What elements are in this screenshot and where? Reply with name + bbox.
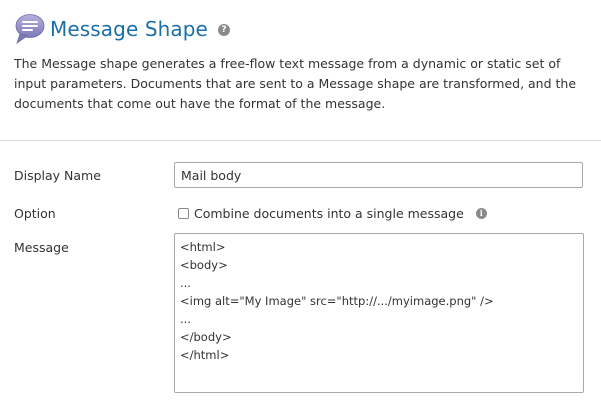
combine-documents-option: Combine documents into a single message … xyxy=(178,205,487,221)
info-icon[interactable]: i xyxy=(475,207,487,219)
combine-documents-label[interactable]: Combine documents into a single message xyxy=(194,206,464,221)
page-title: Message Shape xyxy=(50,17,208,41)
display-name-label: Display Name xyxy=(14,168,101,183)
message-label: Message xyxy=(14,240,69,255)
display-name-input[interactable] xyxy=(174,162,583,188)
shape-description: The Message shape generates a free-flow … xyxy=(14,56,577,111)
page-header: Message Shape ? xyxy=(12,12,230,46)
option-label: Option xyxy=(14,206,56,221)
message-bubble-icon xyxy=(12,12,46,46)
combine-documents-checkbox[interactable] xyxy=(178,207,189,219)
message-textarea[interactable] xyxy=(174,233,584,393)
help-icon[interactable]: ? xyxy=(217,24,230,36)
section-divider xyxy=(0,140,601,141)
